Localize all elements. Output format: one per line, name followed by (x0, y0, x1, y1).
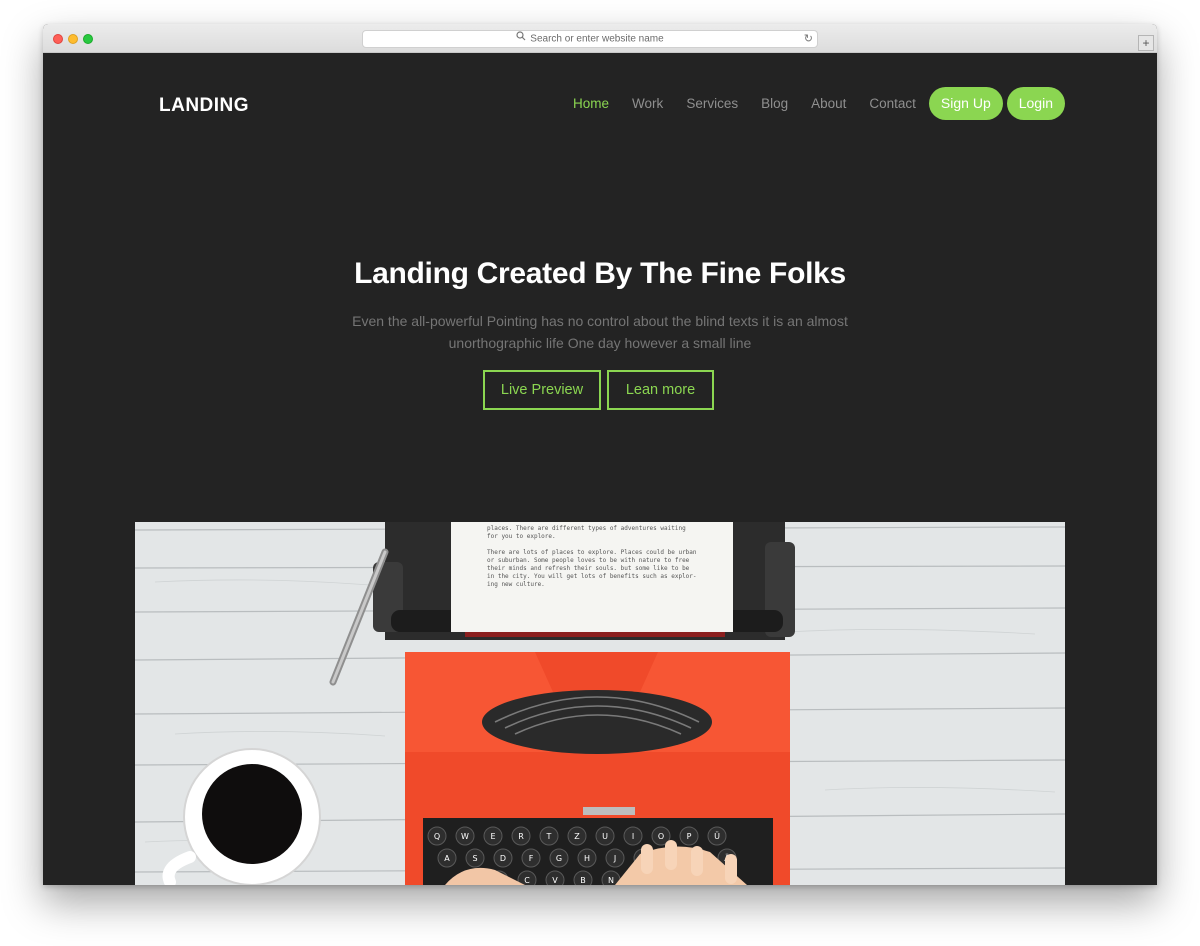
browser-window: Search or enter website name ↻ + LANDING… (43, 24, 1157, 885)
typewriter-key-label: C (524, 876, 530, 885)
typewriter-key-label: O (658, 832, 664, 841)
typewriter-key-label: D (500, 854, 506, 863)
typewriter-key-label: P (687, 832, 692, 841)
hero-subtitle: Even the all-powerful Pointing has no co… (330, 310, 870, 354)
typewriter-key-label: N (608, 876, 614, 885)
paper-line: places. There are different types of adv… (487, 525, 686, 532)
paper-line: or suburban. Some people loves to be wit… (487, 557, 690, 564)
hero-subtitle-line1: Even the all-powerful Pointing has no co… (352, 313, 848, 329)
typewriter-key-label: T (546, 832, 552, 841)
nav-contact[interactable]: Contact (869, 96, 916, 111)
paper-line: for you to explore. (487, 533, 556, 540)
hero-title: Landing Created By The Fine Folks (354, 257, 846, 290)
typewriter-key-label: A (444, 854, 450, 863)
maximize-window-button[interactable] (83, 34, 93, 44)
live-preview-button[interactable]: Live Preview (483, 370, 601, 410)
typewriter-key-label: I (632, 832, 634, 841)
typewriter-key-label: E (490, 832, 495, 841)
address-bar[interactable]: Search or enter website name ↻ (362, 30, 818, 48)
reload-icon[interactable]: ↻ (804, 31, 813, 47)
typewriter-key-label: B (580, 876, 586, 885)
signup-button[interactable]: Sign Up (928, 86, 1003, 120)
typewriter-key-label: H (584, 854, 590, 863)
typewriter-key-label: U (602, 832, 608, 841)
typewriter-key-label: F (529, 854, 534, 863)
typewriter-key-label: W (461, 832, 469, 841)
typewriter-illustration: places. There are different types of adv… (135, 522, 1065, 885)
nav-about[interactable]: About (811, 96, 846, 111)
nav-blog[interactable]: Blog (761, 96, 788, 111)
site-logo[interactable]: LANDING (159, 95, 249, 117)
browser-titlebar: Search or enter website name ↻ + (43, 24, 1157, 53)
typewriter-key-label: Z (574, 832, 580, 841)
paper-line: There are lots of places to explore. Pla… (487, 549, 697, 556)
typewriter-key-label: Q (434, 832, 440, 841)
typewriter-key-label: R (518, 832, 524, 841)
lean-more-button[interactable]: Lean more (607, 370, 714, 410)
close-window-button[interactable] (53, 34, 63, 44)
paper-line: in the city. You will get lots of benefi… (487, 573, 697, 580)
nav-services[interactable]: Services (686, 96, 738, 111)
typewriter-key-label: Ü (714, 831, 720, 841)
typewriter-key-label: V (552, 876, 558, 885)
paper-line: their minds and refresh their souls. but… (487, 565, 690, 572)
typewriter-key-label: G (556, 854, 562, 863)
typewriter-key-label: J (613, 854, 616, 863)
hero-subtitle-line2: unorthographic life One day however a sm… (448, 335, 752, 351)
paper-line: ing new culture. (487, 581, 545, 588)
typewriter-key-label: S (472, 854, 477, 863)
hero-image: places. There are different types of adv… (135, 522, 1065, 885)
nav-home[interactable]: Home (573, 96, 609, 111)
new-tab-button[interactable]: + (1138, 35, 1154, 51)
search-icon (516, 31, 526, 47)
minimize-window-button[interactable] (68, 34, 78, 44)
page-viewport: LANDING Home Work Services Blog About Co… (43, 53, 1157, 885)
main-nav: Home Work Services Blog About Contact Si… (550, 86, 1065, 120)
nav-work[interactable]: Work (632, 96, 663, 111)
login-button[interactable]: Login (1006, 86, 1065, 120)
address-placeholder: Search or enter website name (530, 33, 664, 45)
